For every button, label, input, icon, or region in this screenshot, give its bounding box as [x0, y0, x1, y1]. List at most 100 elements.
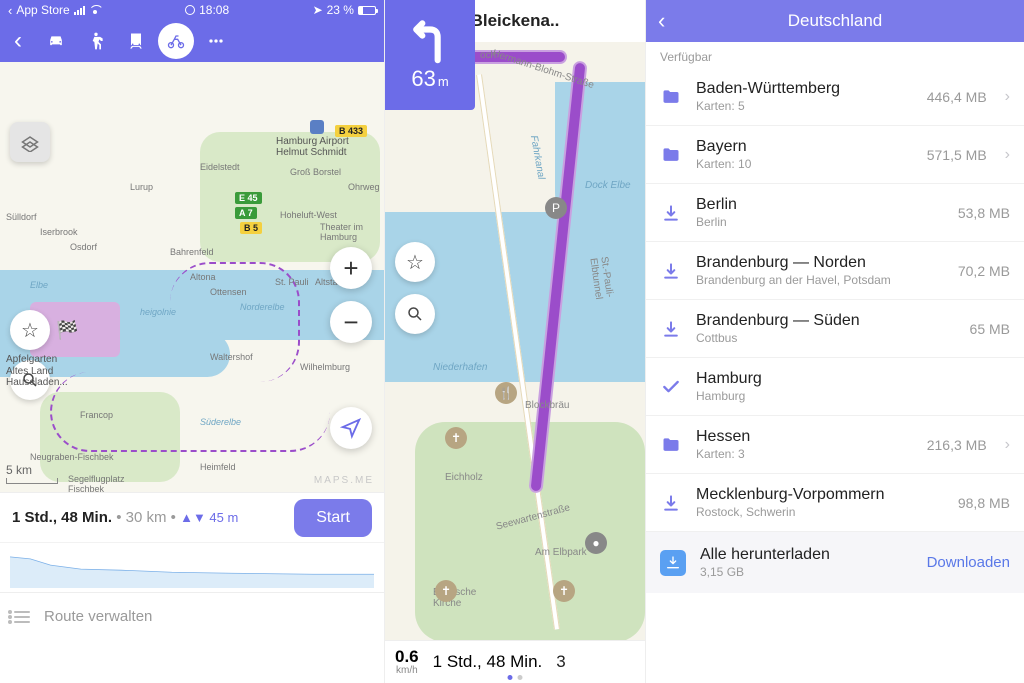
map-region-row[interactable]: Mecklenburg-VorpommernRostock, Schwerin9… — [646, 474, 1024, 532]
region-subtitle: Karten: 5 — [696, 99, 913, 113]
poi-church-icon[interactable]: ✝ — [553, 580, 575, 602]
transport-mode-bar: ‹ — [0, 20, 384, 62]
town-label: Bahrenfeld — [170, 247, 214, 257]
turn-left-icon — [407, 18, 453, 64]
mode-car[interactable] — [38, 23, 74, 59]
map-region-row[interactable]: Brandenburg — NordenBrandenburg an der H… — [646, 242, 1024, 300]
navigation-map[interactable]: och Hermann-Blohm-Straße Fahrkanal Dock … — [385, 42, 645, 640]
poi-restaurant-icon[interactable]: 🍴 — [495, 382, 517, 404]
town-label: Francop — [80, 410, 113, 420]
download-icon — [660, 261, 682, 281]
airport-label: Hamburg Airport Helmut Schmidt — [276, 136, 349, 158]
poi-church-icon[interactable]: ✝ — [445, 427, 467, 449]
map-scale: 5 km — [6, 463, 58, 484]
chevron-right-icon: › — [1005, 146, 1010, 164]
search-button[interactable] — [395, 294, 435, 334]
navigation-bottom-bar: 0.6km/h 1 Std., 48 Min. 3 — [385, 640, 645, 683]
poi-church-icon[interactable]: ✝ — [435, 580, 457, 602]
download-all-button[interactable]: Downloaden — [927, 554, 1010, 571]
highway-badge: A 7 — [235, 207, 257, 219]
map-region-row[interactable]: HamburgHamburg — [646, 358, 1024, 416]
list-icon — [14, 611, 30, 623]
chevron-right-icon: › — [1005, 88, 1010, 106]
mode-bike[interactable] — [158, 23, 194, 59]
area-label: Am Elbpark — [535, 547, 587, 558]
download-header: ‹ Deutschland — [646, 0, 1024, 42]
layers-button[interactable] — [10, 122, 50, 162]
map-canvas[interactable]: Hamburg Airport Helmut Schmidt E 45 A 7 … — [0, 62, 384, 492]
highway-badge: B 5 — [240, 222, 262, 234]
page-dots[interactable] — [508, 675, 523, 680]
mode-walk[interactable] — [78, 23, 114, 59]
poi-marker-icon[interactable]: P — [545, 197, 567, 219]
download-list: Baden-WürttembergKarten: 5446,4 MB›Bayer… — [646, 68, 1024, 532]
map-watermark: MAPS.ME — [314, 475, 374, 486]
town-label: Waltershof — [210, 352, 253, 362]
poi-marker-icon[interactable]: ● — [585, 532, 607, 554]
download-all-icon — [660, 550, 686, 576]
river-label: Elbe — [30, 280, 48, 290]
town-label: Eidelstedt — [200, 162, 240, 172]
region-name: Brandenburg — Süden — [696, 312, 956, 330]
town-label: Altona — [190, 272, 216, 282]
town-label: Osdorf — [70, 242, 97, 252]
map-region-row[interactable]: HessenKarten: 3216,3 MB› — [646, 416, 1024, 474]
status-time: 18:08 — [199, 3, 229, 17]
download-icon — [660, 203, 682, 223]
clock-icon — [185, 5, 195, 15]
manage-route-button[interactable]: Route verwalten — [0, 592, 384, 640]
region-subtitle: Berlin — [696, 215, 944, 229]
region-size: 53,8 MB — [958, 205, 1010, 221]
town-label: Sülldorf — [6, 212, 37, 222]
bookmark-button[interactable]: ☆ — [10, 310, 50, 350]
region-subtitle: Hamburg — [696, 389, 996, 403]
town-label: Hoheluft-West — [280, 210, 337, 220]
bookmark-button[interactable]: ☆ — [395, 242, 435, 282]
town-label: St. Pauli — [275, 277, 309, 287]
header-title: Deutschland — [788, 11, 883, 31]
town-label: Groß Borstel — [290, 167, 341, 177]
back-to-app[interactable]: App Store — [16, 3, 69, 17]
wifi-icon — [89, 5, 102, 15]
download-all-title: Alle herunterladen — [700, 546, 913, 564]
area-label: Eichholz — [445, 472, 483, 483]
zoom-out-button[interactable]: − — [330, 301, 372, 343]
map-region-row[interactable]: Brandenburg — SüdenCottbus65 MB — [646, 300, 1024, 358]
region-name: Baden-Württemberg — [696, 80, 913, 98]
region-subtitle: Karten: 3 — [696, 447, 913, 461]
town-label: Theater im Hamburg — [320, 222, 363, 242]
folder-icon — [660, 87, 682, 107]
start-button[interactable]: Start — [294, 499, 372, 537]
town-label: Ohrweg — [348, 182, 380, 192]
region-size: 216,3 MB — [927, 437, 987, 453]
section-label: Verfügbar — [646, 42, 1024, 68]
chevron-right-icon: › — [1005, 436, 1010, 454]
town-label: Heimfeld — [200, 462, 236, 472]
town-label: Segelflugplatz Fischbek — [68, 474, 125, 494]
folder-icon — [660, 145, 682, 165]
zoom-in-button[interactable]: + — [330, 247, 372, 289]
region-size: 446,4 MB — [927, 89, 987, 105]
river-label: Norderelbe — [240, 302, 285, 312]
airport-icon — [310, 120, 324, 134]
mode-taxi[interactable] — [198, 23, 234, 59]
region-subtitle: Karten: 10 — [696, 157, 913, 171]
map-region-row[interactable]: BayernKarten: 10571,5 MB› — [646, 126, 1024, 184]
locate-me-button[interactable] — [330, 407, 372, 449]
elevation-chart[interactable] — [0, 542, 384, 592]
highway-badge: B 433 — [335, 125, 367, 137]
town-label: Lurup — [130, 182, 153, 192]
region-subtitle: Brandenburg an der Havel, Potsdam — [696, 273, 944, 287]
map-region-row[interactable]: Baden-WürttembergKarten: 5 446,4 MB › — [646, 68, 1024, 126]
map-region-row[interactable]: BerlinBerlin53,8 MB — [646, 184, 1024, 242]
eta-duration: 1 Std., 48 Min. — [433, 652, 543, 672]
river-label: Süderelbe — [200, 417, 241, 427]
region-subtitle: Rostock, Schwerin — [696, 505, 944, 519]
turn-distance: 63 — [411, 66, 435, 91]
back-button[interactable]: ‹ — [10, 27, 26, 55]
back-button[interactable]: ‹ — [658, 8, 665, 34]
poi-label: Blockbräu — [525, 400, 569, 411]
turn-unit: m — [438, 74, 449, 89]
folder-icon — [660, 435, 682, 455]
mode-transit[interactable] — [118, 23, 154, 59]
